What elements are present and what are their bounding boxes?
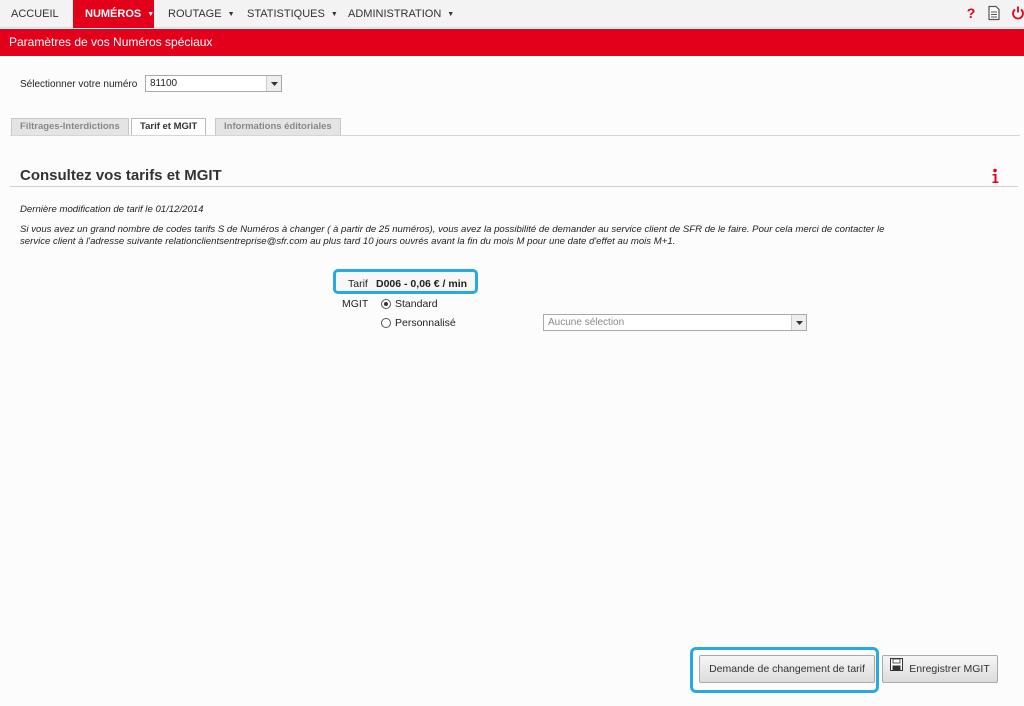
mgit-standard-label: Standard: [395, 298, 438, 310]
chevron-down-icon: [791, 315, 806, 330]
section-divider: [10, 186, 1018, 187]
chevron-down-icon: ▼: [227, 11, 235, 18]
number-select-label: Sélectionner votre numéro: [20, 79, 138, 90]
mgit-personnalise-radio[interactable]: [381, 318, 391, 328]
tab-informations-editoriales[interactable]: Informations éditoriales: [215, 118, 341, 135]
page-title-bar: Paramètres de vos Numéros spéciaux: [0, 29, 1024, 56]
nav-item-accueil[interactable]: Accueil: [0, 0, 73, 28]
help-icon[interactable]: ?: [963, 5, 979, 21]
info-text-line-2: service client à l'adresse suivante rela…: [20, 236, 676, 247]
tab-filtrages-interdictions[interactable]: Filtrages-Interdictions: [11, 118, 129, 135]
info-icon[interactable]: [990, 168, 1000, 184]
save-mgit-button[interactable]: Enregistrer MGIT: [882, 655, 998, 683]
document-icon[interactable]: [986, 5, 1002, 21]
info-text-line-1: Si vous avez un grand nombre de codes ta…: [20, 224, 885, 235]
tarif-value: D006 - 0,06 € / min: [376, 278, 468, 290]
chevron-down-icon: ▼: [330, 11, 338, 18]
chevron-down-icon: ▼: [147, 11, 155, 18]
save-icon: [890, 655, 904, 681]
last-modified-text: Dernière modification de tarif le 01/12/…: [20, 204, 204, 215]
nav-item-administration[interactable]: Administration ▼: [348, 0, 454, 28]
mgit-label: MGIT: [342, 298, 369, 310]
chevron-down-icon: ▼: [447, 11, 455, 18]
svg-text:?: ?: [967, 5, 976, 21]
tab-divider: [10, 135, 1020, 136]
mgit-custom-select[interactable]: Aucune sélection: [543, 314, 807, 331]
number-select[interactable]: 81100: [145, 75, 282, 92]
mgit-personnalise-label: Personnalisé: [395, 317, 456, 329]
power-icon[interactable]: [1010, 5, 1024, 21]
nav-item-numeros[interactable]: Numéros ▼: [73, 0, 154, 28]
mgit-standard-radio[interactable]: [381, 299, 391, 309]
tab-tarif-mgit[interactable]: Tarif et MGIT: [131, 118, 207, 136]
nav-item-routage[interactable]: Routage ▼: [168, 0, 235, 28]
section-heading: Consultez vos tarifs et MGIT: [20, 167, 222, 184]
change-tarif-button[interactable]: Demande de changement de tarif: [699, 655, 875, 683]
top-navigation: Accueil Numéros ▼ Routage ▼ Statistiques ▼ …: [0, 0, 1024, 28]
tarif-label: Tarif: [348, 278, 368, 290]
nav-item-statistiques[interactable]: Statistiques ▼: [247, 0, 338, 28]
chevron-down-icon: [266, 76, 281, 91]
